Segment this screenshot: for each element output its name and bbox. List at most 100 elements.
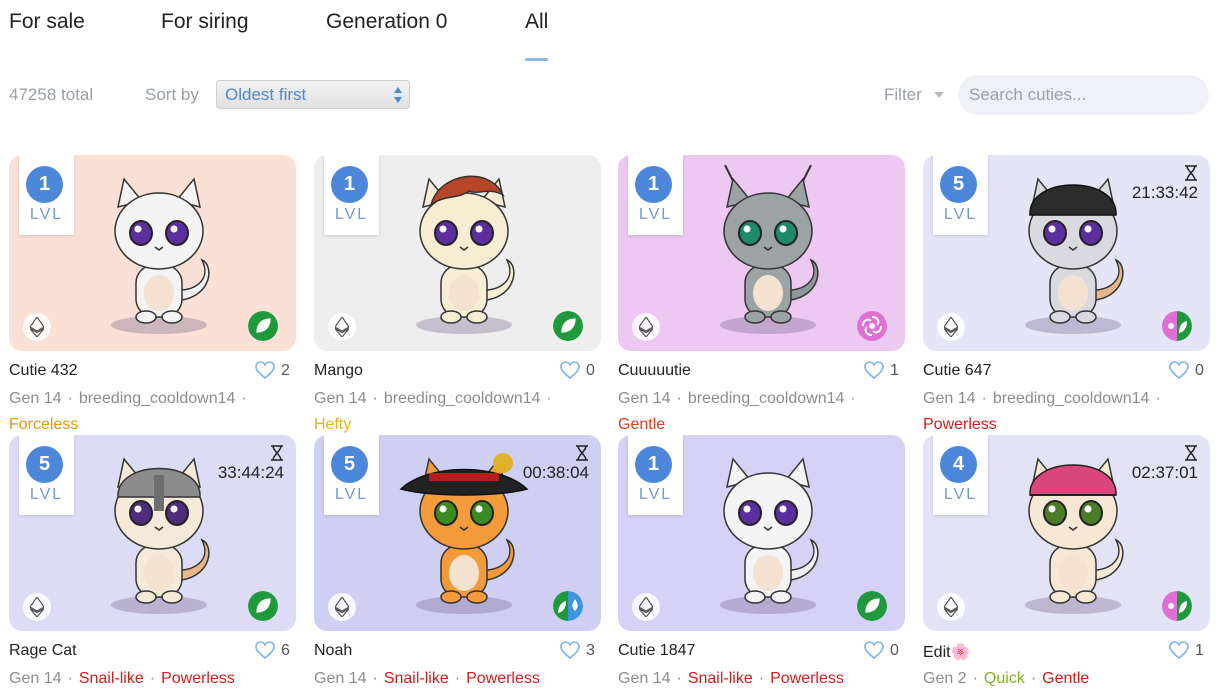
cutie-name[interactable]: Edit🌸 — [923, 642, 971, 662]
cutie-trait: Gentle — [618, 416, 666, 433]
cutie-attributes: Gen 14 · breeding_cooldown14 · — [923, 390, 1167, 408]
generation: Gen 14 — [618, 390, 671, 407]
cutie-card[interactable]: 4 LVL 02:37:01 — [923, 435, 1210, 631]
separator: · — [149, 670, 156, 687]
like-count-value: 0 — [1195, 362, 1204, 379]
cutie-trait: Hefty — [314, 416, 352, 433]
cutie-card[interactable]: 1 LVL — [618, 155, 905, 351]
level-label: LVL — [943, 486, 978, 503]
level-badge: 5 LVL — [933, 155, 988, 235]
cutie-card[interactable]: 5 LVL 21:33:42 — [923, 155, 1210, 351]
generation: Gen 14 — [314, 390, 367, 407]
level-label: LVL — [334, 486, 369, 503]
element-air-icon — [857, 311, 887, 341]
cooldown-timer: 33:44:24 — [217, 463, 284, 482]
cutie-card[interactable]: 1 LVL — [9, 155, 296, 351]
element-air-nature-icon — [1162, 311, 1192, 341]
like-count-value: 3 — [586, 642, 595, 659]
like-count[interactable]: 0 — [864, 641, 899, 660]
generation: Gen 14 — [9, 670, 62, 687]
tab-for-siring[interactable]: For siring — [161, 10, 249, 34]
cutie-name[interactable]: Cutie 432 — [9, 362, 78, 380]
cutie-card[interactable]: 5 LVL 00:38:04 — [314, 435, 601, 631]
cutie-attributes: Gen 14 · breeding_cooldown14 · — [9, 390, 253, 408]
level-label: LVL — [29, 206, 64, 223]
sort-label: Sort by — [145, 85, 199, 104]
tab-for-sale[interactable]: For sale — [9, 10, 85, 34]
tab-all[interactable]: All — [525, 10, 549, 61]
cutie-image — [1008, 165, 1138, 345]
like-count[interactable]: 3 — [560, 641, 595, 660]
breeding-cooldown: breeding_cooldown14 — [383, 390, 541, 407]
level-label: LVL — [638, 206, 673, 223]
cutie-attributes: Gen 14 · Snail-like · Powerless — [9, 670, 235, 688]
ethereum-icon — [632, 313, 660, 341]
speed-trait: Snail-like — [687, 670, 753, 687]
level-number: 5 — [331, 446, 368, 483]
separator: · — [850, 390, 856, 407]
cutie-trait: Powerless — [923, 416, 997, 433]
generation: Gen 14 — [314, 670, 367, 687]
level-label: LVL — [943, 206, 978, 223]
separator: · — [372, 670, 378, 687]
like-count[interactable]: 1 — [1169, 641, 1204, 660]
generation: Gen 14 — [618, 670, 671, 687]
cooldown-timer: 00:38:04 — [522, 463, 589, 482]
element-nature-icon — [857, 591, 887, 621]
tab-generation-0[interactable]: Generation 0 — [326, 10, 447, 34]
cutie-image — [94, 445, 224, 625]
sort-value: Oldest first — [225, 85, 307, 104]
cutie-name[interactable]: Mango — [314, 362, 363, 380]
speed-trait: Quick — [983, 670, 1025, 687]
separator: · — [676, 390, 682, 407]
cutie-card[interactable]: 1 LVL — [618, 435, 905, 631]
level-number: 1 — [635, 446, 672, 483]
caret-down-icon[interactable] — [934, 92, 944, 98]
like-count[interactable]: 6 — [255, 641, 290, 660]
sort-select[interactable]: Oldest first — [216, 80, 410, 109]
separator: · — [972, 670, 978, 687]
separator: · — [758, 670, 765, 687]
like-count[interactable]: 0 — [1169, 361, 1204, 380]
level-badge: 1 LVL — [628, 435, 683, 515]
generation: Gen 14 — [923, 390, 976, 407]
cutie-name[interactable]: Cutie 1847 — [618, 642, 695, 660]
level-label: LVL — [29, 486, 64, 503]
like-count[interactable]: 1 — [864, 361, 899, 380]
like-count[interactable]: 2 — [255, 361, 290, 380]
cutie-image — [94, 165, 224, 345]
like-count-value: 1 — [890, 362, 899, 379]
ethereum-icon — [328, 593, 356, 621]
separator: · — [1030, 670, 1037, 687]
like-count-value: 6 — [281, 642, 290, 659]
cutie-card[interactable]: 5 LVL 33:44:24 — [9, 435, 296, 631]
ethereum-icon — [632, 593, 660, 621]
level-badge: 5 LVL — [19, 435, 74, 515]
hourglass-icon — [1184, 445, 1198, 461]
level-badge: 5 LVL — [324, 435, 379, 515]
like-count[interactable]: 0 — [560, 361, 595, 380]
cutie-card[interactable]: 1 LVL — [314, 155, 601, 351]
level-badge: 4 LVL — [933, 435, 988, 515]
element-nature-water-icon — [553, 591, 583, 621]
cutie-name[interactable]: Cuuuuutie — [618, 362, 691, 380]
cutie-name[interactable]: Cutie 647 — [923, 362, 992, 380]
cutie-name[interactable]: Noah — [314, 642, 352, 660]
separator: · — [67, 670, 73, 687]
cutie-name[interactable]: Rage Cat — [9, 642, 77, 660]
ethereum-icon — [23, 313, 51, 341]
cutie-image — [1008, 445, 1138, 625]
level-badge: 1 LVL — [19, 155, 74, 235]
level-number: 1 — [26, 166, 63, 203]
level-number: 1 — [635, 166, 672, 203]
like-count-value: 2 — [281, 362, 290, 379]
cutie-trait: Forceless — [9, 416, 79, 433]
cutie-image — [703, 445, 833, 625]
cutie-attributes: Gen 2 · Quick · Gentle — [923, 670, 1089, 688]
filter-button[interactable]: Filter — [884, 85, 922, 105]
level-number: 5 — [940, 166, 977, 203]
separator: · — [241, 390, 247, 407]
ethereum-icon — [23, 593, 51, 621]
power-trait: Powerless — [161, 670, 235, 687]
search-input[interactable] — [958, 75, 1209, 115]
